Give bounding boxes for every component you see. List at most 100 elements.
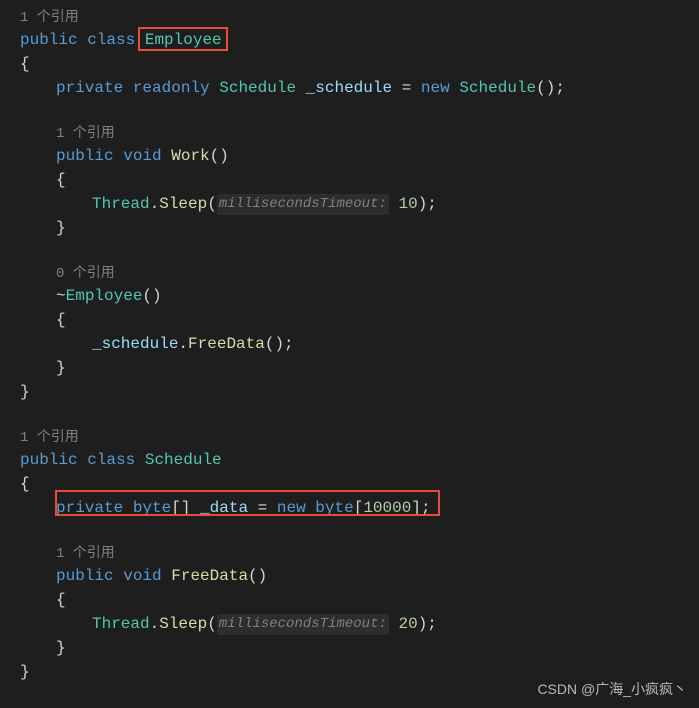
field-schedule: _schedule — [92, 332, 178, 356]
code-line[interactable]: } — [20, 380, 699, 404]
keyword-readonly: readonly — [133, 76, 210, 100]
open-brace: { — [20, 472, 30, 496]
code-line[interactable]: Thread.Sleep(millisecondsTimeout: 20); — [20, 612, 699, 636]
code-line-empty[interactable] — [20, 100, 699, 124]
parameter-hint: millisecondsTimeout: — [217, 614, 389, 635]
codelens-reference[interactable]: 0 个引用 — [20, 264, 699, 284]
open-paren: ( — [207, 192, 217, 216]
code-line[interactable]: } — [20, 636, 699, 660]
number-literal: 10000 — [363, 496, 411, 520]
keyword-class: class — [87, 28, 135, 52]
semicolon: ; — [421, 496, 431, 520]
open-brace: { — [20, 52, 30, 76]
parens: () — [210, 144, 229, 168]
semicolon: ; — [427, 612, 437, 636]
codelens-reference[interactable]: 1 个引用 — [20, 8, 699, 28]
code-line[interactable]: public void FreeData() — [20, 564, 699, 588]
code-line[interactable]: public void Work() — [20, 144, 699, 168]
dot: . — [178, 332, 188, 356]
code-line-empty[interactable] — [20, 404, 699, 428]
code-line[interactable]: { — [20, 52, 699, 76]
code-line[interactable]: { — [20, 472, 699, 496]
code-line-empty[interactable] — [20, 240, 699, 264]
open-brace: { — [56, 588, 66, 612]
type-schedule: Schedule — [459, 76, 536, 100]
close-brace: } — [56, 216, 66, 240]
keyword-public: public — [56, 564, 114, 588]
watermark: CSDN @广海_小疯疯丶 — [537, 679, 687, 700]
semicolon: ; — [284, 332, 294, 356]
code-line[interactable]: { — [20, 168, 699, 192]
type-schedule: Schedule — [145, 448, 222, 472]
keyword-new: new — [421, 76, 450, 100]
method-freedata: FreeData — [171, 564, 248, 588]
parens: () — [265, 332, 284, 356]
close-paren: ) — [418, 192, 428, 216]
code-line[interactable]: public class Schedule — [20, 448, 699, 472]
code-line[interactable]: { — [20, 588, 699, 612]
code-line[interactable]: ~Employee() — [20, 284, 699, 308]
close-brace: } — [20, 660, 30, 684]
parameter-hint: millisecondsTimeout: — [217, 194, 389, 215]
code-line[interactable]: { — [20, 308, 699, 332]
code-line[interactable]: } — [20, 356, 699, 380]
reference-text: 1 个引用 — [56, 124, 115, 145]
code-line[interactable]: private byte[] _data = new byte[10000]; — [20, 496, 699, 520]
parens: () — [142, 284, 161, 308]
keyword-class: class — [87, 448, 135, 472]
dot: . — [150, 612, 160, 636]
brackets: [] — [171, 496, 190, 520]
reference-text: 1 个引用 — [20, 428, 79, 449]
keyword-private: private — [56, 496, 123, 520]
code-line[interactable]: _schedule.FreeData(); — [20, 332, 699, 356]
number-literal: 10 — [398, 192, 417, 216]
code-line[interactable]: } — [20, 216, 699, 240]
method-sleep: Sleep — [159, 192, 207, 216]
keyword-public: public — [56, 144, 114, 168]
open-brace: { — [56, 308, 66, 332]
open-paren: ( — [207, 612, 217, 636]
equals: = — [248, 496, 277, 520]
close-bracket: ] — [411, 496, 421, 520]
keyword-public: public — [20, 28, 78, 52]
close-brace: } — [56, 356, 66, 380]
keyword-new: new — [277, 496, 306, 520]
reference-text: 1 个引用 — [56, 544, 115, 565]
reference-text: 0 个引用 — [56, 264, 115, 285]
type-thread: Thread — [92, 612, 150, 636]
keyword-byte: byte — [315, 496, 353, 520]
open-bracket: [ — [354, 496, 364, 520]
keyword-void: void — [123, 564, 161, 588]
code-line[interactable]: private readonly Schedule _schedule = ne… — [20, 76, 699, 100]
codelens-reference[interactable]: 1 个引用 — [20, 428, 699, 448]
codelens-reference[interactable]: 1 个引用 — [20, 544, 699, 564]
tilde: ~ — [56, 284, 66, 308]
close-brace: } — [20, 380, 30, 404]
method-sleep: Sleep — [159, 612, 207, 636]
type-schedule: Schedule — [219, 76, 296, 100]
number-literal: 20 — [398, 612, 417, 636]
method-freedata: FreeData — [188, 332, 265, 356]
parens: () — [536, 76, 555, 100]
type-employee: Employee — [145, 28, 222, 52]
codelens-reference[interactable]: 1 个引用 — [20, 124, 699, 144]
reference-text: 1 个引用 — [20, 8, 79, 29]
semicolon: ; — [555, 76, 565, 100]
parens: () — [248, 564, 267, 588]
field-data: _data — [200, 496, 248, 520]
close-brace: } — [56, 636, 66, 660]
method-work: Work — [171, 144, 209, 168]
destructor-employee: Employee — [66, 284, 143, 308]
keyword-byte: byte — [133, 496, 171, 520]
code-line[interactable]: Thread.Sleep(millisecondsTimeout: 10); — [20, 192, 699, 216]
field-schedule: _schedule — [306, 76, 392, 100]
code-line-empty[interactable] — [20, 520, 699, 544]
equals: = — [392, 76, 421, 100]
code-line[interactable]: public class Employee — [20, 28, 699, 52]
type-thread: Thread — [92, 192, 150, 216]
keyword-private: private — [56, 76, 123, 100]
semicolon: ; — [427, 192, 437, 216]
close-paren: ) — [418, 612, 428, 636]
dot: . — [150, 192, 160, 216]
keyword-public: public — [20, 448, 78, 472]
